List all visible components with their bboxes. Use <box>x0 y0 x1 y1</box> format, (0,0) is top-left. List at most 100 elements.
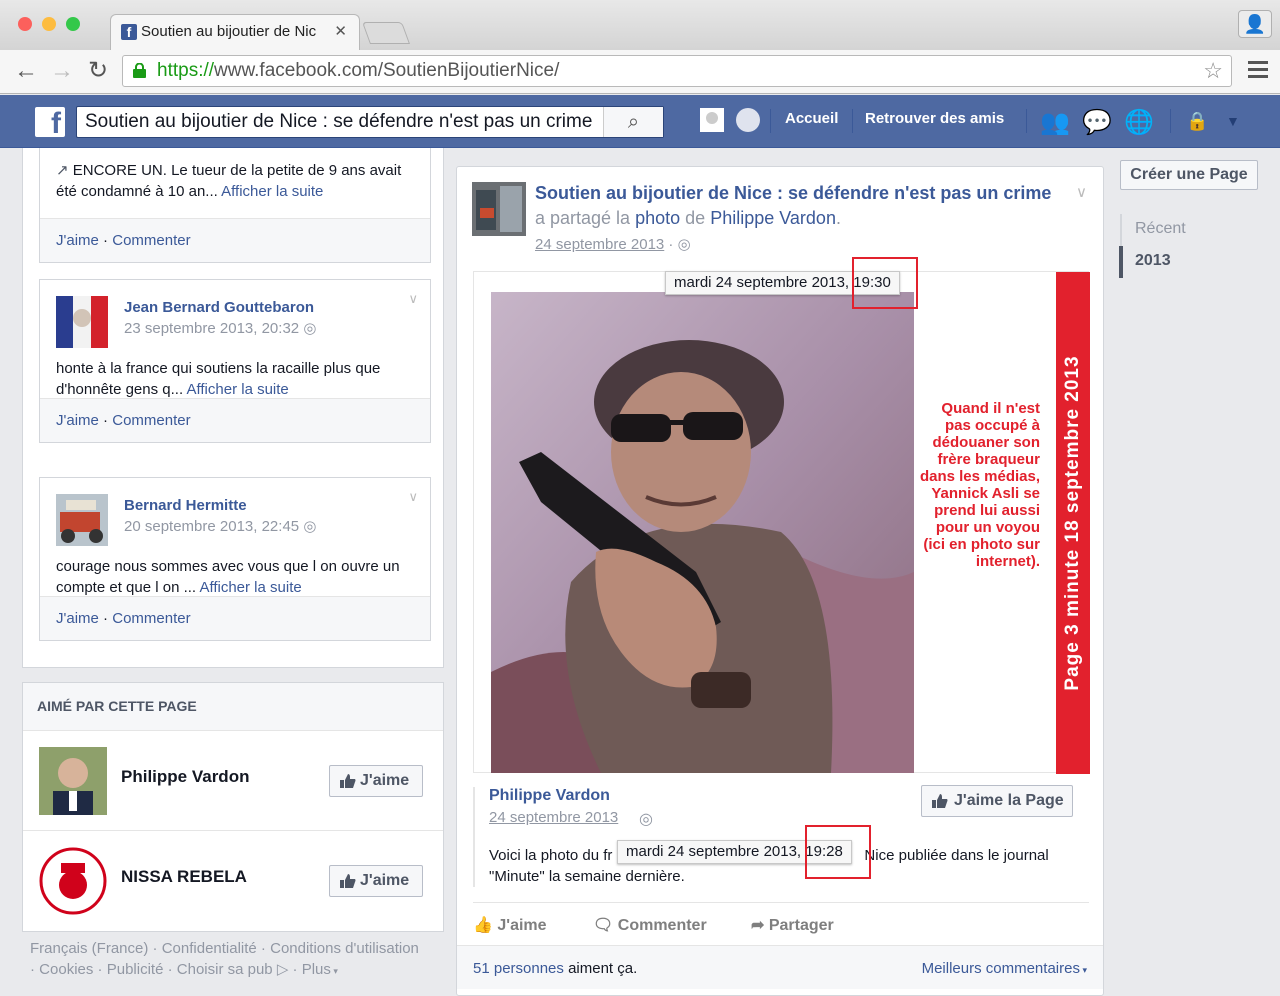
new-tab-button[interactable] <box>361 22 411 44</box>
caret-down-icon: ▾ <box>330 966 338 976</box>
friend-requests-icon[interactable]: 👥 <box>1040 108 1070 137</box>
post-options-chevron-icon[interactable]: ∨ <box>408 486 418 507</box>
tooltip-date: mardi 24 septembre 2013, <box>674 274 854 291</box>
page-name-link[interactable]: Soutien au bijoutier de Nice : se défend… <box>535 183 1051 203</box>
footer-link-language[interactable]: Français (France) <box>30 940 148 957</box>
page-avatar-icon[interactable] <box>736 108 760 132</box>
footer-link-adchoices[interactable]: Choisir sa pub <box>177 961 273 978</box>
preposition: de <box>685 208 706 228</box>
shared-verb: a partagé la <box>535 208 631 228</box>
search-icon[interactable]: ⌕ <box>603 107 663 137</box>
reload-icon[interactable]: ↻ <box>88 58 108 84</box>
create-page-button[interactable]: Créer une Page <box>1120 160 1258 190</box>
thumbs-up-icon <box>340 774 356 788</box>
comment-link[interactable]: Commenter <box>112 610 190 627</box>
original-post-quote: Philippe Vardon 24 septembre 2013 ◎ J'ai… <box>473 785 1089 887</box>
post-date-text: 23 septembre 2013, 20:32 <box>124 320 300 337</box>
nav-home-link[interactable]: Accueil <box>785 110 838 127</box>
like-link[interactable]: J'aime <box>56 412 99 429</box>
tab-close-icon[interactable]: ✕ <box>334 15 347 49</box>
comment-link[interactable]: Commenter <box>112 232 190 249</box>
like-page-button[interactable]: J'aime <box>329 765 423 797</box>
privacy-shortcuts-icon[interactable]: 🔒 <box>1186 111 1208 132</box>
shared-photo[interactable]: Quand il n'est pas occupé à dédouaner so… <box>473 271 1090 774</box>
search-input[interactable]: Soutien au bijoutier de Nice : se défend… <box>76 106 664 138</box>
footer-link-cookies[interactable]: Cookies <box>39 961 93 978</box>
facebook-logo-icon[interactable]: f <box>35 107 65 137</box>
zoom-window-button[interactable] <box>66 17 80 31</box>
original-author-name[interactable]: Philippe Vardon <box>489 787 610 805</box>
footer-link-privacy[interactable]: Confidentialité <box>162 940 257 957</box>
like-link[interactable]: J'aime <box>56 232 99 249</box>
visitor-post: ↗ ENCORE UN. Le tueur de la petite de 9 … <box>39 148 431 263</box>
tab-title: Soutien au bijoutier de Nic <box>141 23 317 40</box>
nissa-rebela-logo-icon <box>39 847 107 915</box>
notifications-globe-icon[interactable]: 🌐 <box>1124 108 1154 137</box>
like-link[interactable]: J'aime <box>56 610 99 627</box>
back-arrow-icon[interactable]: ← <box>14 58 38 84</box>
original-post-date-link[interactable]: 24 septembre 2013 <box>489 809 618 826</box>
post-options-chevron-icon[interactable]: ∨ <box>408 288 418 309</box>
avatar[interactable] <box>39 847 107 915</box>
browser-tab[interactable]: f Soutien au bijoutier de Nic ✕ <box>110 14 360 50</box>
account-menu-chevron-down-icon[interactable]: ▼ <box>1226 113 1240 129</box>
recent-posts-panel: ↗ ENCORE UN. Le tueur de la petite de 9 … <box>22 148 444 668</box>
visitor-post: Jean Bernard Gouttebaron 23 septembre 20… <box>39 279 431 443</box>
close-window-button[interactable] <box>18 17 32 31</box>
see-more-link[interactable]: Afficher la suite <box>221 183 323 200</box>
comment-link[interactable]: Commenter <box>112 412 190 429</box>
comment-action[interactable]: 🗨 Commenter <box>593 915 707 935</box>
bookmark-star-icon[interactable]: ☆ <box>1203 56 1223 86</box>
adchoices-icon: ▷ <box>276 961 289 978</box>
messages-icon[interactable]: 💬 <box>1082 108 1112 137</box>
avatar[interactable] <box>39 747 107 815</box>
photo-link[interactable]: photo <box>635 208 680 228</box>
man-with-pistol-photo-icon <box>491 292 914 773</box>
footer-link-terms[interactable]: Conditions d'utilisation <box>270 940 419 957</box>
post-actions: J'aime · Commenter <box>40 596 430 640</box>
comment-sort-dropdown[interactable]: Meilleurs commentaires ▾ <box>922 960 1087 977</box>
like-action[interactable]: 👍 J'aime <box>473 915 547 935</box>
author-name[interactable]: Bernard Hermitte <box>124 495 247 516</box>
post-options-chevron-icon[interactable]: ∨ <box>1076 183 1087 201</box>
forward-arrow-icon[interactable]: → <box>50 58 74 84</box>
globe-icon: ◎ <box>303 320 317 337</box>
source-profile-link[interactable]: Philippe Vardon <box>710 208 836 228</box>
liked-page-name[interactable]: Philippe Vardon <box>121 767 249 787</box>
comment-action-label: Commenter <box>617 917 707 934</box>
like-page-button[interactable]: J'aime la Page <box>921 785 1073 817</box>
footer-link-ads[interactable]: Publicité <box>107 961 164 978</box>
nav-find-friends-link[interactable]: Retrouver des amis <box>865 110 1004 127</box>
post-date-text: 20 septembre 2013, 22:45 <box>124 518 300 535</box>
likers-link[interactable]: 51 personnes <box>473 960 564 977</box>
url-scheme: https:// <box>157 60 215 81</box>
liked-page-name[interactable]: NISSA REBELA <box>121 867 247 887</box>
footer-link-more[interactable]: Plus <box>302 961 331 978</box>
avatar[interactable] <box>472 182 526 236</box>
author-name[interactable]: Jean Bernard Gouttebaron <box>124 297 314 318</box>
see-more-link[interactable]: Afficher la suite <box>199 579 301 596</box>
address-bar[interactable]: https://www.facebook.com/SoutienBijoutie… <box>122 55 1232 87</box>
thumbs-up-icon: 👍 <box>473 917 493 934</box>
caret-down-icon: ▾ <box>1079 965 1087 975</box>
post-action-bar: 👍 J'aime 🗨 Commenter ➦ Partager <box>473 902 1089 944</box>
see-more-link[interactable]: Afficher la suite <box>186 381 288 398</box>
post-timestamp: 24 septembre 2013 · ◎ <box>535 236 691 253</box>
timeline-item-2013[interactable]: 2013 <box>1119 246 1186 278</box>
share-action[interactable]: ➦ Partager <box>751 915 834 935</box>
timeline-year-nav: Récent 2013 <box>1119 214 1186 278</box>
footer-links: Français (France) · Confidentialité · Co… <box>30 940 419 978</box>
browser-menu-icon[interactable] <box>1248 61 1268 82</box>
motorcycle-avatar-icon <box>56 494 108 546</box>
globe-icon: ◎ <box>303 518 317 535</box>
profile-icon[interactable]: 👤 <box>1238 10 1272 38</box>
like-page-button[interactable]: J'aime <box>329 865 423 897</box>
like-action-label: J'aime <box>497 917 547 934</box>
profile-avatar-icon[interactable] <box>700 108 724 132</box>
avatar[interactable] <box>56 494 108 546</box>
post-date-link[interactable]: 24 septembre 2013 <box>535 236 664 253</box>
timeline-item-recent[interactable]: Récent <box>1122 214 1186 246</box>
avatar[interactable] <box>56 296 108 348</box>
facebook-header: f Soutien au bijoutier de Nice : se défe… <box>0 95 1280 148</box>
minimize-window-button[interactable] <box>42 17 56 31</box>
